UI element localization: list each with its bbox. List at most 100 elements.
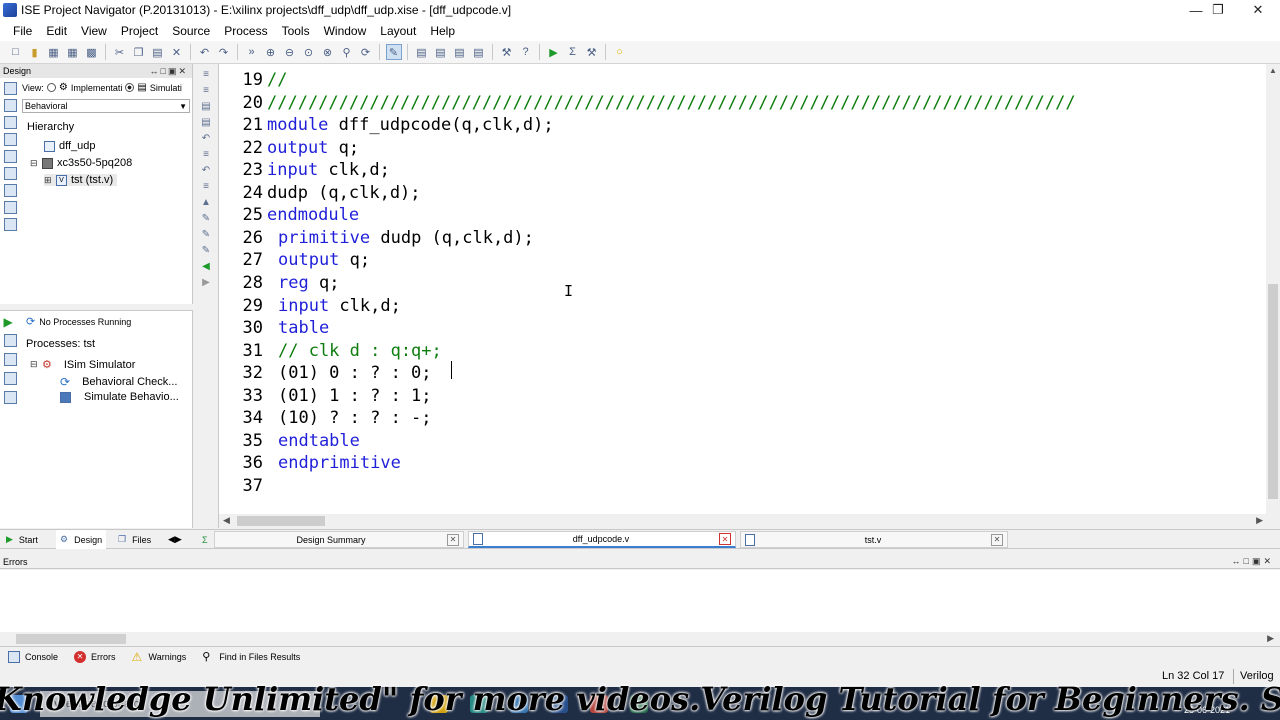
simulation-radio[interactable] [125,83,135,92]
close-tab-icon[interactable]: ✕ [991,533,1003,546]
process-props-icon[interactable] [3,353,17,366]
panel-window-controls[interactable]: ↔□▣✕ [1232,556,1274,567]
code-line[interactable]: 36 endprimitive [219,452,401,474]
code-line[interactable]: 26 primitive dudp (q,clk,d); [219,227,534,249]
code-line[interactable]: 30 table [219,317,330,339]
horizontal-scrollbar[interactable]: ◀ ▶ [219,514,1280,528]
tab-errors[interactable]: ✕ Errors [66,650,124,663]
menu-edit[interactable]: Edit [39,24,74,38]
vertical-scroll-thumb[interactable] [1268,284,1278,499]
code-line[interactable]: 32 (01) 0 : ? : 0; [219,362,432,384]
code-line[interactable]: 21 module dff_udpcode(q,clk,d); [219,114,554,136]
print-icon[interactable]: ▩ [84,44,100,60]
list-view-icon[interactable] [3,184,17,197]
tab-find-in-files[interactable]: ⚲ Find in Files Results [194,651,308,663]
code-line[interactable]: 24 dudp (q,clk,d); [219,182,421,204]
probe-icon[interactable]: ⚒ [584,44,600,60]
code-line[interactable]: 20//////////////////////////////////////… [219,92,1076,114]
lightbulb-icon[interactable]: ○ [612,44,628,60]
code-line[interactable]: 37 [219,475,263,497]
process-simulate[interactable]: Simulate Behavio... [60,391,179,403]
code-line[interactable]: 23 input clk,d; [219,159,390,181]
code-editor[interactable]: 19//20//////////////////////////////////… [218,64,1280,528]
go-forward-icon[interactable]: ▶ [200,276,212,288]
layout-3-icon[interactable]: ▤ [452,44,468,60]
tab-design-summary[interactable]: Design Summary ✕ [214,531,464,548]
scroll-left-icon[interactable]: ◀ [223,515,230,526]
code-line[interactable]: 19// [219,69,288,91]
pencil-icon[interactable]: ✎ [200,212,212,224]
process-chip-icon[interactable] [3,372,17,385]
zoom-select-icon[interactable]: ⊗ [320,44,336,60]
collapse-icon[interactable]: ⊟ [30,359,38,370]
close-tab-icon[interactable]: ✕ [719,533,731,545]
menu-view[interactable]: View [74,24,114,38]
process-isim[interactable]: ⊟ ⚙ ISim Simulator [30,358,135,372]
table-view-icon[interactable] [3,218,17,231]
view-dropdown[interactable]: Behavioral ▼ [22,99,190,113]
tab-start[interactable]: ▶ Start [6,530,38,549]
paste-icon[interactable]: ▤ [150,44,166,60]
find-icon[interactable]: ⚲ [339,44,355,60]
code-line[interactable]: 22 output q; [219,137,360,159]
code-line[interactable]: 25 endmodule [219,204,360,226]
outdent-icon[interactable]: ≡ [200,84,212,96]
prev-bookmark-icon[interactable]: ↶ [200,164,212,176]
sigma-icon[interactable]: Σ [565,44,581,60]
chip-view-icon[interactable] [3,167,17,180]
wrench-icon[interactable]: ⚒ [499,44,515,60]
pencil-icon[interactable]: ✎ [200,228,212,240]
refresh-icon[interactable]: ⟳ [358,44,374,60]
layout-2-icon[interactable]: ▤ [433,44,449,60]
expand-icon[interactable]: ⊞ [44,175,52,186]
undo-icon[interactable]: ↶ [197,44,213,60]
tree-item-device[interactable]: ⊟ xc3s50-5pq208 [30,157,132,169]
process-table-icon[interactable] [3,391,17,404]
errors-scroll-thumb[interactable] [16,634,126,644]
process-list-icon[interactable] [3,334,17,347]
open-folder-icon[interactable]: ▮ [27,44,43,60]
tab-dff-udpcode[interactable]: dff_udpcode.v ✕ [468,531,736,548]
process-behavioral-check[interactable]: ⟳ Behavioral Check... [60,375,177,389]
close-tab-icon[interactable]: ✕ [447,533,459,546]
run-process-icon[interactable]: ▶ [4,315,17,329]
code-line[interactable]: 28 reg q; [219,272,340,294]
new-file-icon[interactable]: □ [8,44,24,60]
add-source-icon[interactable] [3,82,17,95]
pencil-icon[interactable]: ✎ [200,244,212,256]
menu-source[interactable]: Source [165,24,217,38]
more-tools-icon[interactable]: » [244,44,260,60]
code-line[interactable]: 29 input clk,d; [219,295,401,317]
layout-4-icon[interactable]: ▤ [471,44,487,60]
vertical-scrollbar[interactable]: ▲ [1266,64,1280,514]
scroll-right-icon[interactable]: ▶ [1267,633,1274,644]
next-bookmark-icon[interactable]: ≡ [200,148,212,160]
errors-panel-body[interactable]: ▶ [0,570,1280,646]
code-line[interactable]: 27 output q; [219,249,371,271]
delete-icon[interactable]: ✕ [169,44,185,60]
errors-horizontal-scrollbar[interactable]: ▶ [0,632,1280,646]
menu-help[interactable]: Help [423,24,462,38]
code-line[interactable]: 33 (01) 1 : ? : 1; [219,385,432,407]
doc-view-icon[interactable] [3,201,17,214]
copy-icon[interactable]: ❐ [131,44,147,60]
edit-mode-icon[interactable]: ✎ [385,44,402,60]
scroll-up-icon[interactable]: ▲ [1269,66,1277,75]
collapse-icon[interactable]: ⊟ [30,158,38,169]
save-icon[interactable]: ▦ [46,44,62,60]
tree-item-tst[interactable]: ⊞ V tst (tst.v) [44,174,118,186]
code-line[interactable]: 34 (10) ? : ? : -; [219,407,432,429]
run-icon[interactable]: ▶ [546,44,562,60]
tab-scroll-arrows[interactable]: ◀▶ [168,530,182,549]
tab-console[interactable]: Console [0,650,66,663]
zoom-out-icon[interactable]: ⊖ [282,44,298,60]
indent-icon[interactable]: ≡ [200,68,212,80]
uncomment-icon[interactable]: ▤ [200,116,212,128]
menu-window[interactable]: Window [317,24,374,38]
tab-files[interactable]: ❐ Files [118,530,151,549]
code-line[interactable]: 31 // clk d : q:q+; [219,340,442,362]
menu-layout[interactable]: Layout [373,24,423,38]
tree-item-project[interactable]: dff_udp [44,140,96,152]
add-copy-icon[interactable] [3,99,17,112]
cut-icon[interactable]: ✂ [112,44,128,60]
